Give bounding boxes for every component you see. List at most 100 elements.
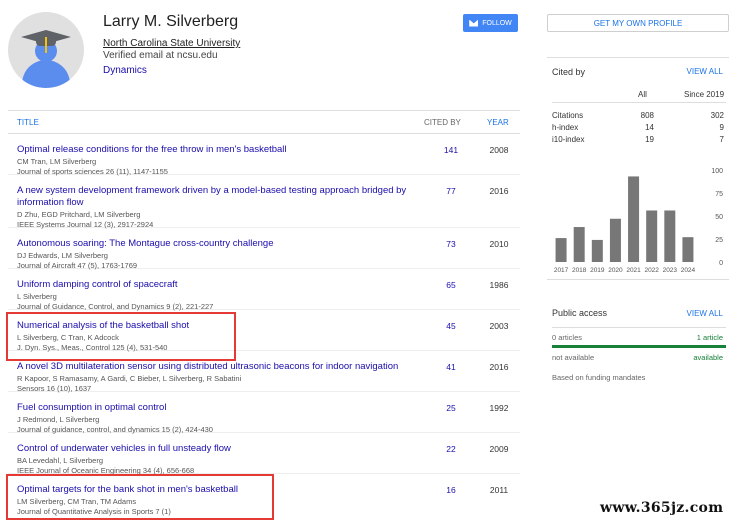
article-authors: D Zhu, EGD Pritchard, LM Silverberg [17, 210, 141, 219]
mail-icon [469, 19, 479, 27]
col-since-header: Since 2019 [684, 90, 725, 99]
y-tick-label: 0 [719, 260, 723, 267]
article-title-link[interactable]: Optimal release conditions for the free … [17, 144, 417, 156]
public-access-title: Public access [552, 308, 608, 318]
article-cited-count-link[interactable]: 65 [436, 280, 466, 290]
article-authors: CM Tran, LM Silverberg [17, 157, 97, 166]
y-tick-label: 75 [715, 191, 723, 198]
article-year: 2016 [489, 186, 509, 196]
article-cited-count-link[interactable]: 141 [436, 145, 466, 155]
article-authors: R Kapoor, S Ramasamy, A Gardi, C Bieber,… [17, 374, 242, 383]
stat-label: Citations [552, 111, 584, 120]
available-label: available [693, 353, 723, 362]
articles-table-header: TITLE CITED BY YEAR [8, 110, 520, 134]
cited-by-view-all-link[interactable]: VIEW ALL [687, 67, 723, 76]
stat-all: 808 [640, 111, 654, 120]
article-authors: DJ Edwards, LM Silverberg [17, 251, 108, 260]
stat-row: h-index 14 9 [552, 123, 726, 135]
article-authors: J Redmond, L Silverberg [17, 415, 100, 424]
article-year: 2008 [489, 145, 509, 155]
profile-name: Larry M. Silverberg [103, 13, 239, 30]
sort-by-title-header[interactable]: TITLE [17, 118, 39, 127]
article-cited-count-link[interactable]: 41 [436, 362, 466, 372]
article-year: 1992 [489, 403, 509, 413]
citation-bar-2023[interactable] [664, 210, 676, 262]
x-tick-label: 2019 [590, 267, 605, 274]
stat-since: 302 [710, 111, 724, 120]
article-year: 1986 [489, 280, 509, 290]
stat-since: 9 [719, 123, 724, 132]
stat-row: i10-index 19 7 [552, 135, 726, 147]
article-title-link[interactable]: Fuel consumption in optimal control [17, 402, 417, 414]
profile-affiliation-link[interactable]: North Carolina State University [103, 38, 240, 49]
y-tick-label: 100 [711, 168, 723, 175]
x-tick-label: 2024 [681, 267, 696, 274]
highlight-box [6, 312, 236, 361]
follow-button[interactable]: FOLLOW [463, 14, 518, 32]
public-access-progress-bar [552, 345, 726, 348]
y-tick-label: 50 [715, 214, 723, 221]
article-title-link[interactable]: A new system development framework drive… [17, 185, 417, 209]
research-interest-link[interactable]: Dynamics [103, 65, 147, 76]
article-title-link[interactable]: Autonomous soaring: The Montague cross-c… [17, 238, 417, 250]
get-my-own-profile-button[interactable]: GET MY OWN PROFILE [547, 14, 729, 32]
x-tick-label: 2020 [608, 267, 623, 274]
article-cited-count-link[interactable]: 77 [436, 186, 466, 196]
stat-all: 14 [645, 123, 654, 132]
citations-bar-chart: 100 75 50 25 0 2017 2018 2019 2020 2021 2022 2023 20… [554, 168, 723, 274]
citation-bar-2022[interactable] [646, 210, 658, 262]
col-all-header: All [638, 90, 647, 99]
article-title-link[interactable]: A novel 3D multilateration sensor using … [17, 361, 417, 373]
stat-all: 19 [645, 135, 654, 144]
funding-mandates-note: Based on funding mandates [552, 373, 646, 382]
article-cited-count-link[interactable]: 73 [436, 239, 466, 249]
not-available-label: not available [552, 353, 595, 362]
article-authors: BA Levedahl, L Silverberg [17, 456, 104, 465]
citation-bar-2020[interactable] [609, 218, 621, 262]
y-tick-label: 25 [715, 237, 723, 244]
article-cited-count-link[interactable]: 16 [436, 485, 466, 495]
table-row: Optimal release conditions for the free … [8, 134, 520, 176]
stat-label: i10-index [552, 135, 585, 144]
cited-by-header[interactable]: CITED BY [424, 118, 461, 127]
x-tick-label: 2022 [644, 267, 659, 274]
citation-bar-2019[interactable] [591, 239, 603, 262]
citation-bar-2017[interactable] [555, 238, 567, 262]
citation-bar-2024[interactable] [682, 237, 694, 262]
x-tick-label: 2021 [626, 267, 641, 274]
table-row: Fuel consumption in optimal control J Re… [8, 392, 520, 434]
public-access-view-all-link[interactable]: VIEW ALL [687, 309, 723, 318]
profile-avatar [8, 12, 84, 88]
divider [552, 102, 726, 103]
article-year: 2010 [489, 239, 509, 249]
citation-bar-2018[interactable] [573, 227, 585, 262]
table-row: Uniform damping control of spacecraft L … [8, 269, 520, 311]
stat-label: h-index [552, 123, 579, 132]
stat-row: Citations 808 302 [552, 111, 726, 123]
article-cited-count-link[interactable]: 22 [436, 444, 466, 454]
x-tick-label: 2023 [663, 267, 678, 274]
article-cited-count-link[interactable]: 25 [436, 403, 466, 413]
watermark: www.365jz.com [600, 500, 724, 516]
x-tick-label: 2018 [572, 267, 587, 274]
table-row: Autonomous soaring: The Montague cross-c… [8, 228, 520, 270]
article-year: 2016 [489, 362, 509, 372]
articles-available-count[interactable]: 1 article [697, 333, 723, 342]
article-title-link[interactable]: Uniform damping control of spacecraft [17, 279, 417, 291]
citation-bar-2021[interactable] [628, 176, 640, 262]
profile-email: Verified email at ncsu.edu [103, 50, 218, 61]
article-year: 2011 [489, 485, 509, 495]
article-year: 2009 [489, 444, 509, 454]
divider [552, 327, 726, 328]
public-access-panel: Public access VIEW ALL 0 articles 1 arti… [547, 300, 729, 390]
sort-by-year-header[interactable]: YEAR [487, 118, 509, 127]
articles-not-available-count: 0 articles [552, 333, 583, 342]
article-year: 2003 [489, 321, 509, 331]
table-row: A new system development framework drive… [8, 175, 520, 229]
article-cited-count-link[interactable]: 45 [436, 321, 466, 331]
stat-since: 7 [719, 135, 724, 144]
follow-label: FOLLOW [482, 19, 512, 27]
table-row: Control of underwater vehicles in full u… [8, 433, 520, 475]
article-title-link[interactable]: Control of underwater vehicles in full u… [17, 443, 417, 455]
cited-by-title: Cited by [552, 67, 586, 77]
